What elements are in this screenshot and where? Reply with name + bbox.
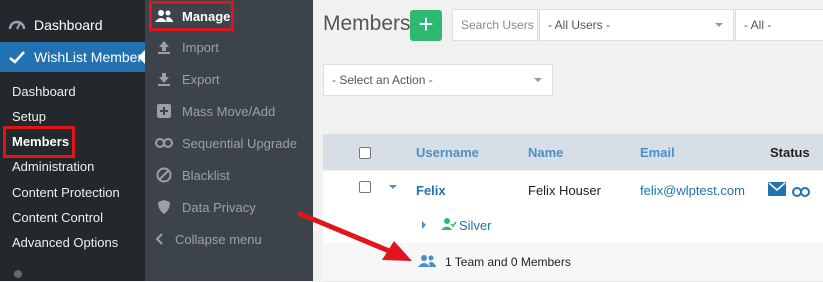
link-icon xyxy=(145,138,182,148)
member-name: Felix Houser xyxy=(528,183,601,198)
plugin-menu-label: Blacklist xyxy=(182,167,230,183)
collapse-menu-button[interactable]: Collapse menu xyxy=(145,223,313,255)
plugin-menu-label: Data Privacy xyxy=(182,199,256,215)
plugin-menu-data-privacy[interactable]: Data Privacy xyxy=(145,191,313,223)
plus-icon: + xyxy=(418,9,434,39)
dashboard-icon xyxy=(0,16,34,34)
plugin-menu-label: Collapse menu xyxy=(175,231,262,247)
plugin-menu-import[interactable]: Import xyxy=(145,31,313,63)
link-icon[interactable] xyxy=(792,184,810,202)
column-name[interactable]: Name xyxy=(528,145,563,160)
row-checkbox[interactable] xyxy=(359,181,371,193)
sidebar-item-label: WishList Member xyxy=(34,49,143,65)
level-link[interactable]: Silver xyxy=(459,218,492,233)
caret-down-icon xyxy=(715,23,723,31)
table-row: Felix Felix Houser felix@wlptest.com xyxy=(323,171,823,209)
sidebar-item-label: Dashboard xyxy=(34,17,103,33)
team-summary: 1 Team and 0 Members xyxy=(445,255,571,269)
select-value: - All - xyxy=(744,18,772,32)
plugin-menu-label: Sequential Upgrade xyxy=(182,135,297,151)
table-header: Username Name Email Status xyxy=(323,134,823,170)
caret-down-icon xyxy=(534,78,542,86)
sidebar-item-dashboard[interactable]: Dashboard xyxy=(0,8,145,42)
add-square-icon xyxy=(145,103,182,119)
checkmark-icon xyxy=(0,50,34,64)
column-status: Status xyxy=(770,145,810,160)
page-title: Members xyxy=(323,12,411,35)
sidebar-item-wishlist-member[interactable]: WishList Member xyxy=(0,42,145,72)
highlight-box-manage xyxy=(149,1,234,31)
submenu-content-protection[interactable]: Content Protection xyxy=(0,180,145,205)
team-users-icon xyxy=(418,254,436,273)
email-link[interactable]: felix@wlptest.com xyxy=(640,183,745,198)
plugin-menu-label: Import xyxy=(182,39,219,55)
plugin-menu-label: Export xyxy=(182,71,220,87)
column-email[interactable]: Email xyxy=(640,145,675,160)
add-member-button[interactable]: + xyxy=(410,10,442,41)
users-filter-select[interactable]: - All Users - xyxy=(539,9,734,41)
caret-right-icon[interactable] xyxy=(422,221,430,229)
column-username[interactable]: Username xyxy=(416,145,479,160)
plugin-menu-sequential-upgrade[interactable]: Sequential Upgrade xyxy=(145,127,313,159)
plugin-menu-mass-move[interactable]: Mass Move/Add xyxy=(145,95,313,127)
more-icon xyxy=(14,270,22,278)
status-filter-select[interactable]: - All - xyxy=(735,9,823,41)
annotation-arrow xyxy=(297,210,412,261)
plugin-menu-label: Mass Move/Add xyxy=(182,103,276,119)
upload-icon xyxy=(145,40,182,54)
search-input[interactable]: Search Users xyxy=(452,9,538,41)
select-value: - Select an Action - xyxy=(332,73,433,87)
submenu-advanced-options[interactable]: Advanced Options xyxy=(0,230,145,255)
plugin-menu-blacklist[interactable]: Blacklist xyxy=(145,159,313,191)
admin-sidebar: Dashboard WishList Member Dashboard Setu… xyxy=(0,0,145,281)
chevron-left-icon xyxy=(145,233,175,245)
plugin-menu: Manage Import Export Mass Move/Add Seque… xyxy=(145,0,313,281)
download-icon xyxy=(145,72,182,86)
submenu-dashboard[interactable]: Dashboard xyxy=(0,79,145,104)
ban-icon xyxy=(145,167,182,183)
select-all-checkbox[interactable] xyxy=(359,147,371,159)
submenu-content-control[interactable]: Content Control xyxy=(0,205,145,230)
highlight-box-members xyxy=(3,126,75,158)
envelope-icon[interactable] xyxy=(768,182,786,201)
caret-down-icon[interactable] xyxy=(389,185,397,193)
user-check-icon xyxy=(441,217,457,236)
plugin-menu-export[interactable]: Export xyxy=(145,63,313,95)
username-link[interactable]: Felix xyxy=(416,183,446,198)
select-value: - All Users - xyxy=(548,18,611,32)
shield-icon xyxy=(145,199,182,215)
action-select[interactable]: - Select an Action - xyxy=(323,64,553,96)
